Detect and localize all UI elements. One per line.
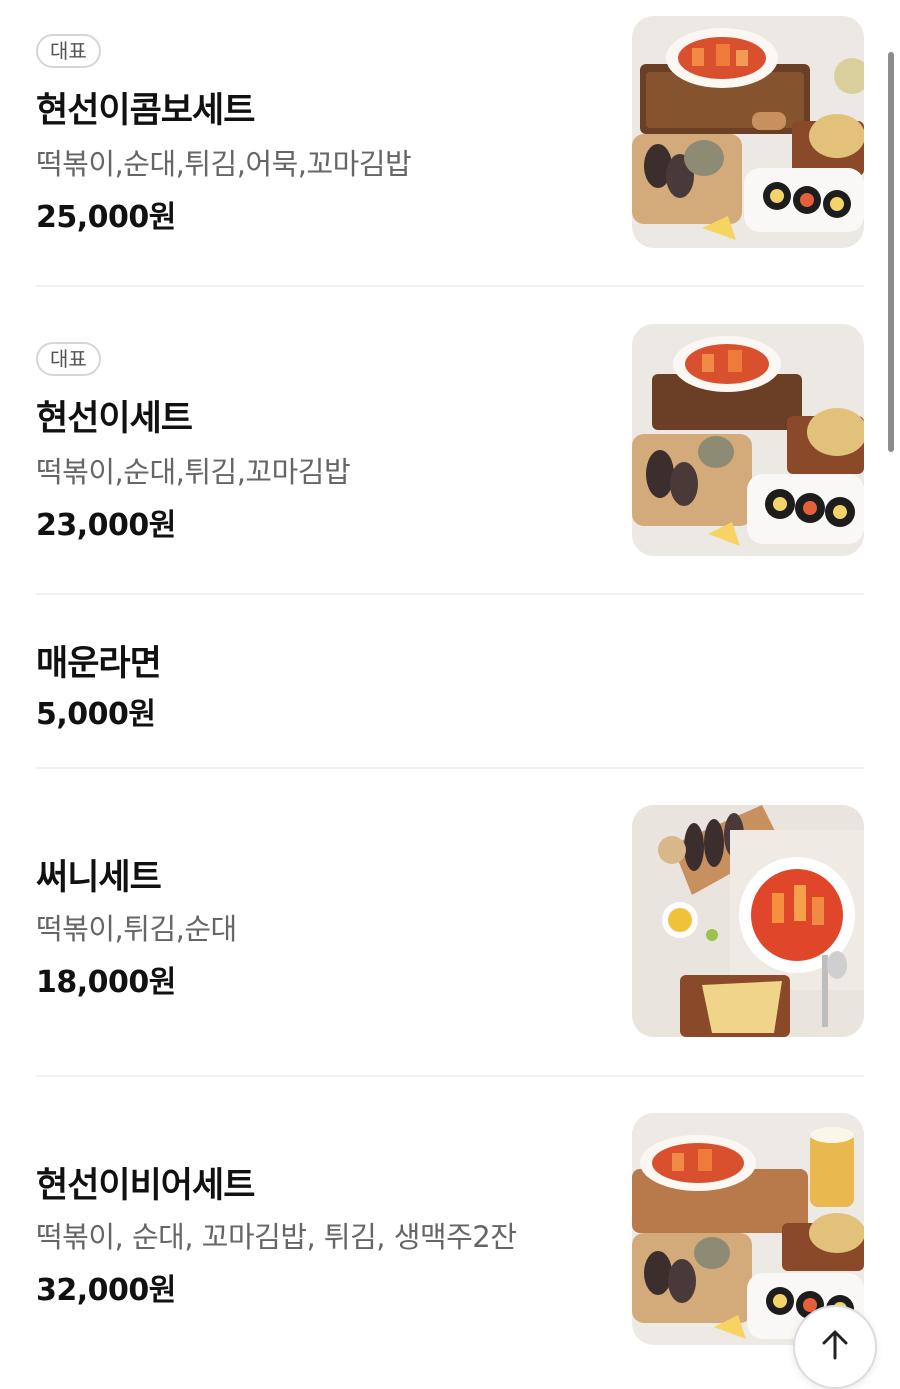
menu-item-price: 32,000원 [36, 1273, 176, 1308]
menu-item-image[interactable] [632, 16, 864, 248]
signature-badge: 대표 [36, 34, 101, 68]
signature-badge: 대표 [36, 342, 101, 376]
menu-item-sunny-set[interactable]: 써니세트 떡볶이,튀김,순대 18,000원 [36, 769, 864, 1077]
scrollbar[interactable] [888, 52, 894, 452]
menu-list: 대표 현선이콤보세트 떡볶이,순대,튀김,어묵,꼬마김밥 25,000원 대표 … [0, 0, 900, 1373]
menu-item-image[interactable] [632, 324, 864, 556]
menu-item-beer-set[interactable]: 현선이비어세트 떡볶이, 순대, 꼬마김밥, 튀김, 생맥주2잔 32,000원 [36, 1077, 864, 1373]
menu-item-combo-set[interactable]: 대표 현선이콤보세트 떡볶이,순대,튀김,어묵,꼬마김밥 25,000원 [36, 0, 864, 287]
menu-item-description: 떡볶이, 순대, 꼬마김밥, 튀김, 생맥주2잔 [36, 1220, 517, 1254]
menu-item-price: 25,000원 [36, 200, 176, 235]
arrow-up-icon [818, 1328, 852, 1366]
menu-item-image[interactable] [632, 805, 864, 1037]
menu-item-name: 현선이세트 [36, 399, 193, 439]
menu-item-description: 떡볶이,순대,튀김,꼬마김밥 [36, 455, 351, 489]
menu-item-price: 23,000원 [36, 508, 176, 543]
menu-item-name: 현선이콤보세트 [36, 91, 255, 131]
menu-item-price: 18,000원 [36, 965, 176, 1000]
scroll-top-button[interactable] [793, 1305, 877, 1389]
menu-item-name: 써니세트 [36, 858, 162, 898]
menu-item-name: 현선이비어세트 [36, 1166, 255, 1206]
menu-item-price: 5,000원 [36, 697, 156, 732]
menu-item-set[interactable]: 대표 현선이세트 떡볶이,순대,튀김,꼬마김밥 23,000원 [36, 287, 864, 595]
menu-item-spicy-ramen[interactable]: 매운라면 5,000원 [36, 595, 864, 769]
menu-item-name: 매운라면 [36, 644, 162, 684]
menu-item-description: 떡볶이,튀김,순대 [36, 912, 237, 946]
menu-item-description: 떡볶이,순대,튀김,어묵,꼬마김밥 [36, 147, 412, 181]
